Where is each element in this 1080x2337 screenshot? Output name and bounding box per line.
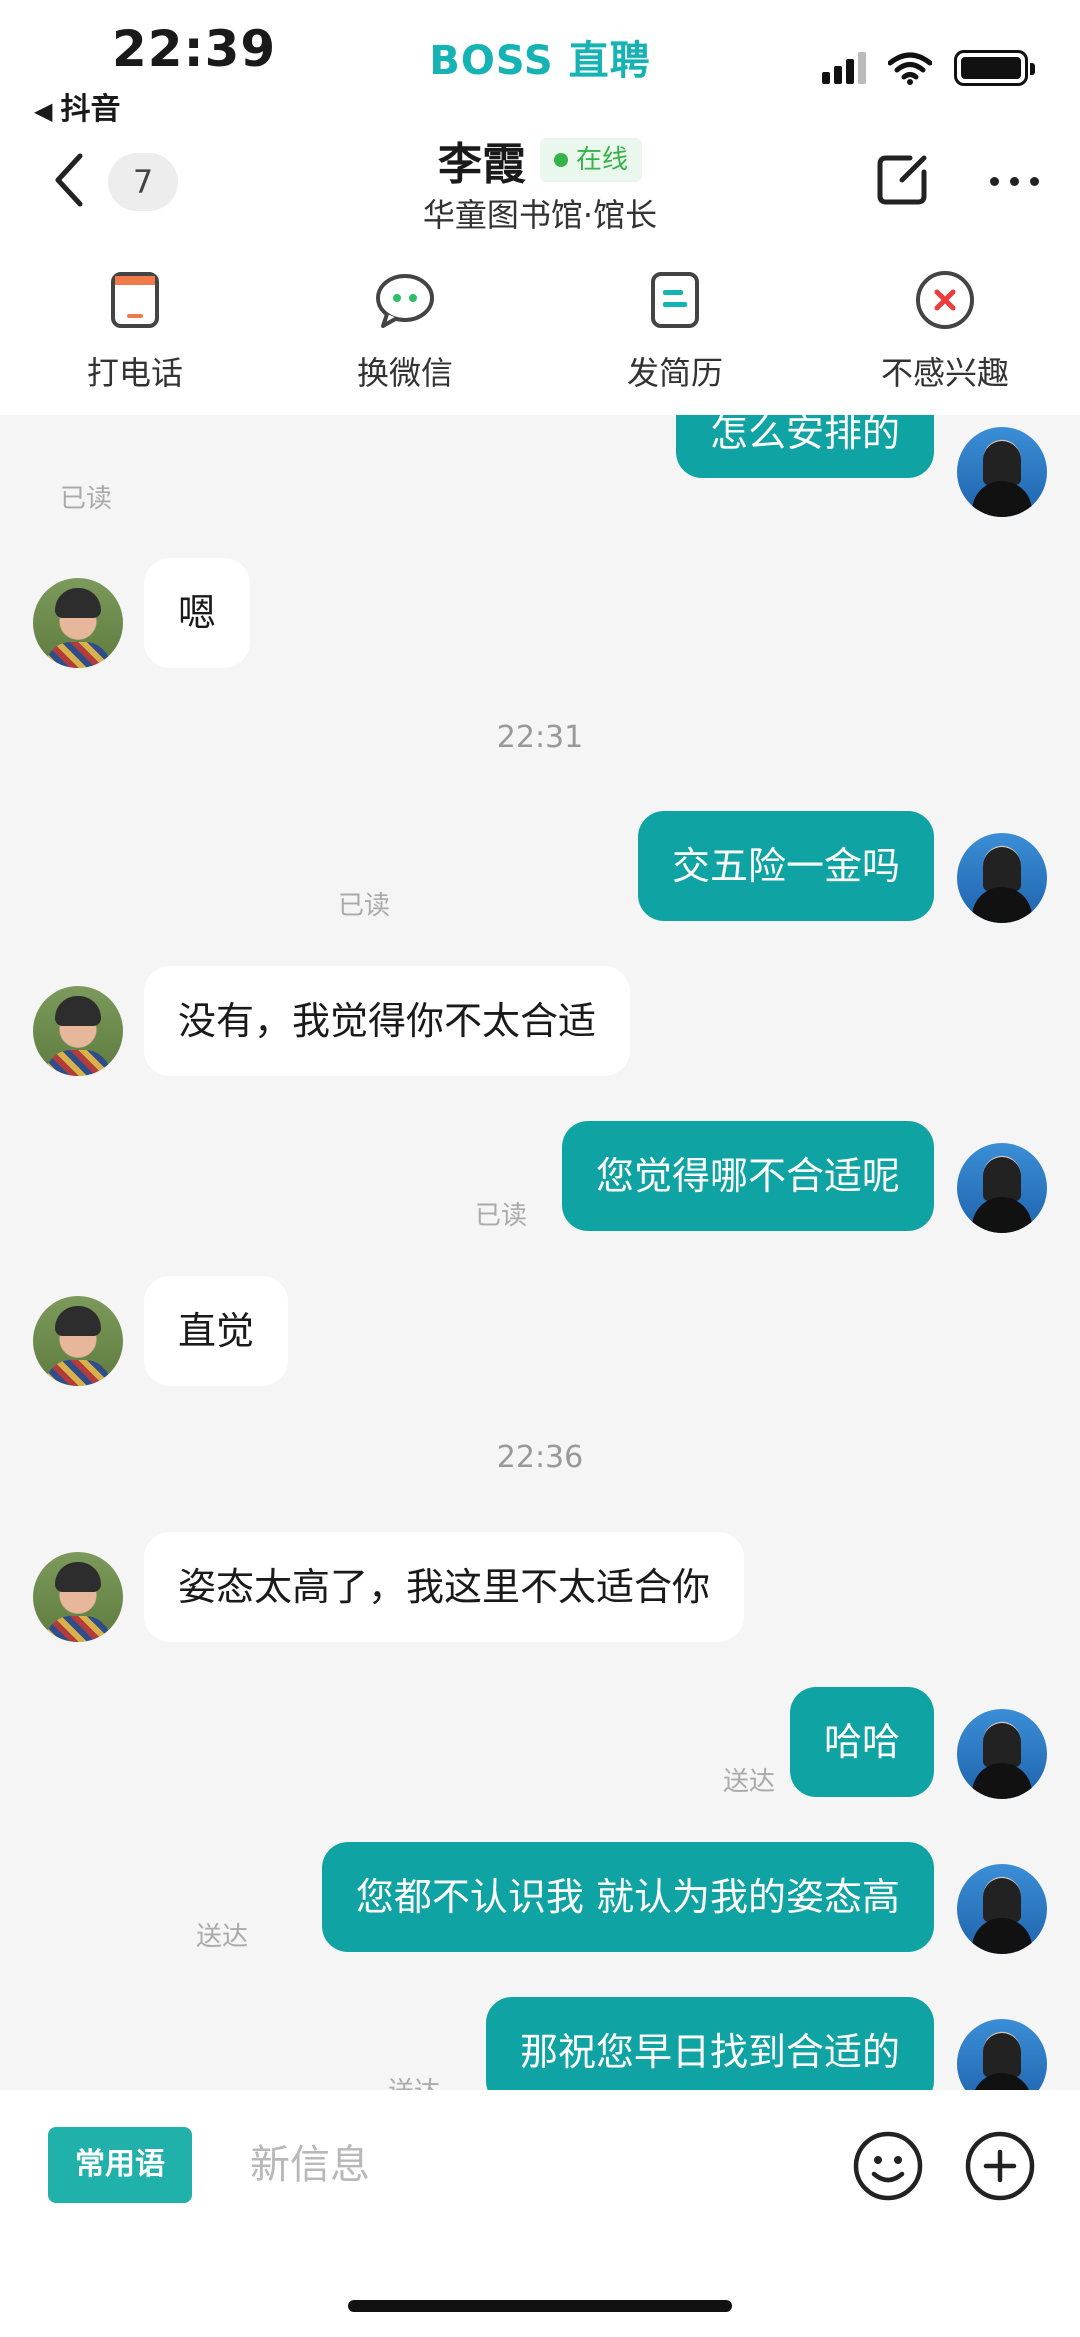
contact-name: 李霞 (437, 139, 526, 190)
home-indicator[interactable] (348, 2300, 732, 2312)
action-send-resume-label: 发简历 (626, 354, 723, 392)
action-wechat-label: 换微信 (356, 354, 453, 392)
read-status: 已读 (337, 891, 390, 921)
time-separator: 22:31 (496, 720, 584, 755)
emoji-icon[interactable] (852, 2130, 924, 2202)
my-avatar[interactable] (957, 1864, 1047, 1954)
message-bubble-sent[interactable]: 哈哈 (789, 1687, 934, 1797)
message-bubble-sent[interactable]: 您都不认识我 就认为我的姿态高 (321, 1842, 934, 1952)
action-not-interested[interactable]: 不感兴趣 (845, 268, 1045, 394)
add-attachment-icon[interactable] (964, 2130, 1036, 2202)
delivery-status: 送达 (722, 1767, 775, 1797)
my-avatar[interactable] (957, 2019, 1047, 2090)
online-badge: 在线 (539, 138, 642, 182)
action-not-interested-label: 不感兴趣 (880, 354, 1009, 392)
message-bubble-received[interactable]: 姿态太高了，我这里不太适合你 (144, 1532, 745, 1642)
message-input[interactable] (250, 2127, 810, 2203)
action-send-resume[interactable]: 发简历 (575, 268, 775, 394)
chat-area[interactable]: 怎么安排的 已读 嗯 22:31 交五险一金吗 已读 没有，我觉得你不太合适 您… (0, 415, 1080, 2090)
contact-avatar[interactable] (33, 1296, 123, 1386)
signal-icon (822, 52, 866, 84)
message-bubble-sent[interactable]: 您觉得哪不合适呢 (561, 1121, 934, 1231)
wechat-icon (376, 274, 434, 328)
my-avatar[interactable] (957, 1143, 1047, 1233)
my-avatar[interactable] (957, 427, 1047, 517)
message-bubble-received[interactable]: 没有，我觉得你不太合适 (144, 966, 631, 1076)
action-call[interactable]: 打电话 (35, 268, 235, 394)
back-app-label: 抖音 (60, 92, 121, 127)
edit-icon[interactable] (872, 150, 932, 210)
phone-icon (111, 272, 159, 328)
my-avatar[interactable] (957, 1709, 1047, 1799)
back-to-app-link[interactable]: ◀ 抖音 (34, 84, 120, 128)
action-call-label: 打电话 (86, 354, 183, 392)
read-status: 已读 (474, 1201, 527, 1231)
my-avatar[interactable] (957, 833, 1047, 923)
message-bubble-received[interactable]: 直觉 (144, 1276, 289, 1386)
battery-icon (954, 50, 1035, 86)
message-bubble-sent[interactable]: 怎么安排的 (675, 415, 934, 478)
contact-avatar[interactable] (33, 986, 123, 1076)
online-label: 在线 (575, 145, 628, 175)
resume-icon (651, 272, 699, 328)
wifi-icon (888, 52, 932, 85)
message-bubble-received[interactable]: 嗯 (144, 558, 251, 668)
time-separator: 22:36 (496, 1440, 584, 1475)
online-dot-icon (553, 153, 568, 167)
back-triangle-icon: ◀ (34, 97, 53, 125)
status-icons (822, 50, 1035, 86)
action-wechat[interactable]: 换微信 (305, 268, 505, 394)
more-options-icon[interactable] (990, 177, 1039, 186)
contact-avatar[interactable] (33, 578, 123, 668)
header-area: 22:39 ◀ 抖音 BOSS 直聘 7 李霞 在线 华童图书馆·馆长 打电话 … (0, 0, 1080, 415)
contact-avatar[interactable] (33, 1552, 123, 1642)
read-status: 已读 (59, 484, 112, 514)
delivery-status: 送达 (388, 2071, 440, 2090)
not-interested-icon (916, 271, 974, 329)
action-bar: 打电话 换微信 发简历 不感兴趣 (0, 268, 1080, 398)
delivery-status: 送达 (195, 1922, 248, 1952)
message-bubble-sent[interactable]: 那祝您早日找到合适的 (485, 1997, 934, 2090)
message-bubble-sent[interactable]: 交五险一金吗 (637, 811, 934, 921)
common-phrases-button[interactable]: 常用语 (48, 2127, 192, 2203)
